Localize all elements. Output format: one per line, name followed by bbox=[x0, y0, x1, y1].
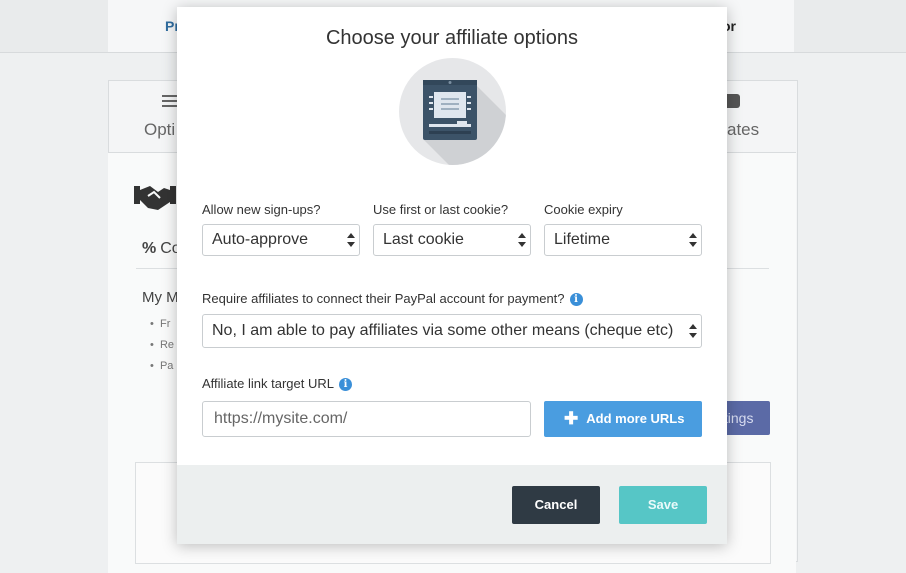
cancel-button[interactable]: Cancel bbox=[512, 486, 600, 524]
target-url-input[interactable] bbox=[202, 401, 531, 437]
select-arrows-icon bbox=[347, 233, 355, 247]
list-item: • Pa bbox=[150, 360, 174, 372]
background-section-heading: % Co bbox=[142, 240, 181, 257]
background-affiliates-tab: ates bbox=[727, 120, 760, 139]
affiliate-options-modal: Choose your affiliate options Allow new … bbox=[177, 7, 727, 544]
select-arrows-icon bbox=[689, 324, 697, 338]
cookie-select[interactable]: Last cookie bbox=[373, 224, 531, 256]
cookie-expiry-select[interactable]: Lifetime bbox=[544, 224, 702, 256]
paypal-label: Require affiliates to connect their PayP… bbox=[202, 291, 583, 306]
background-my-label: My M bbox=[142, 289, 179, 306]
paypal-select[interactable]: No, I am able to pay affiliates via some… bbox=[202, 314, 702, 348]
info-icon[interactable]: i bbox=[569, 293, 583, 306]
cookie-expiry-label: Cookie expiry bbox=[544, 202, 623, 217]
list-item: • Fr bbox=[150, 318, 171, 330]
modal-title: Choose your affiliate options bbox=[325, 27, 578, 49]
percent-icon: % bbox=[142, 240, 157, 257]
signups-select[interactable]: Auto-approve bbox=[202, 224, 360, 256]
target-url-label: Affiliate link target URL i bbox=[202, 376, 352, 391]
list-item: • Re bbox=[150, 339, 175, 351]
add-more-urls-button[interactable]: ✚ Add more URLs bbox=[544, 401, 702, 437]
paypal-select-value: No, I am able to pay affiliates via some… bbox=[212, 322, 674, 339]
select-arrows-icon bbox=[689, 233, 697, 247]
cookie-label: Use first or last cookie? bbox=[373, 202, 509, 217]
modal-footer: Cancel Save bbox=[177, 465, 727, 544]
signups-label: Allow new sign-ups? bbox=[202, 202, 321, 217]
save-button[interactable]: Save bbox=[619, 486, 707, 524]
cookie-select-value: Last cookie bbox=[383, 231, 464, 248]
info-icon[interactable]: i bbox=[339, 378, 352, 391]
signups-select-value: Auto-approve bbox=[212, 231, 309, 248]
background-options-tab: Opti bbox=[144, 120, 176, 139]
atm-machine-icon bbox=[399, 58, 506, 165]
background-bullet-list: • Fr • Re • Pa bbox=[150, 314, 174, 377]
cookie-expiry-select-value: Lifetime bbox=[554, 231, 611, 248]
select-arrows-icon bbox=[518, 233, 526, 247]
plus-icon: ✚ bbox=[564, 409, 579, 428]
handshake-icon bbox=[134, 186, 176, 210]
